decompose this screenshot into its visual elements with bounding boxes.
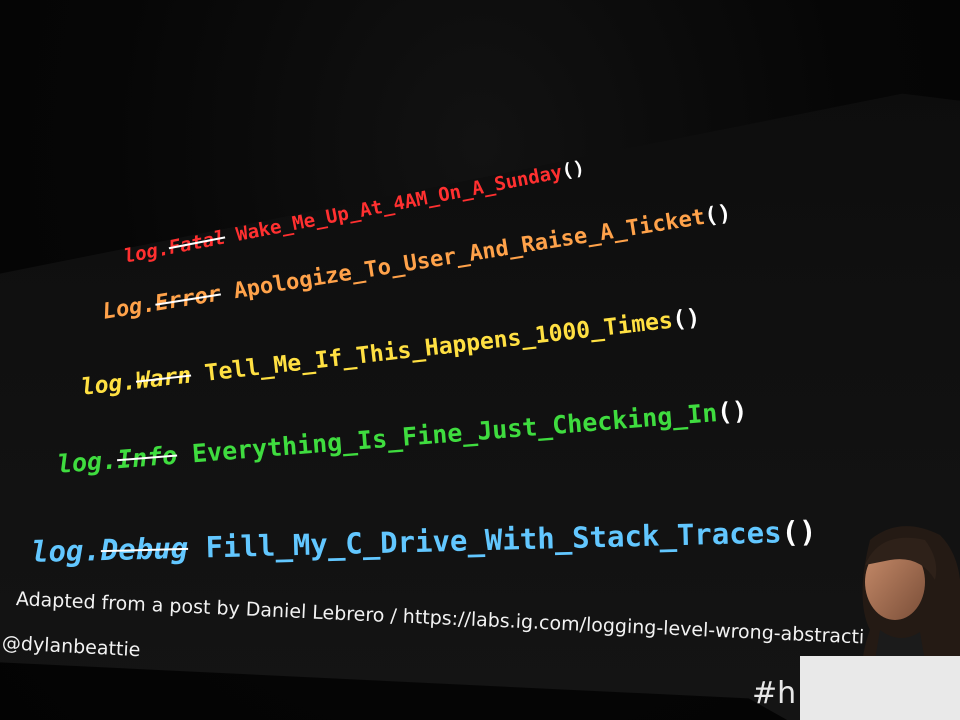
hashtag-text: #h xyxy=(752,676,797,711)
line-parens: () xyxy=(716,395,749,427)
lectern xyxy=(800,656,960,720)
line-prefix: log. xyxy=(30,533,102,569)
line-parens: () xyxy=(702,200,733,230)
photo-of-presentation: log.Fatal Wake_Me_Up_At_4AM_On_A_Sunday(… xyxy=(0,0,960,720)
line-parens: () xyxy=(781,514,817,550)
line-parens: () xyxy=(671,304,702,334)
line-prefix: log. xyxy=(55,445,119,479)
struck-level: Info xyxy=(115,440,179,475)
line-parens: () xyxy=(559,156,587,183)
struck-level: Debug xyxy=(100,530,189,568)
